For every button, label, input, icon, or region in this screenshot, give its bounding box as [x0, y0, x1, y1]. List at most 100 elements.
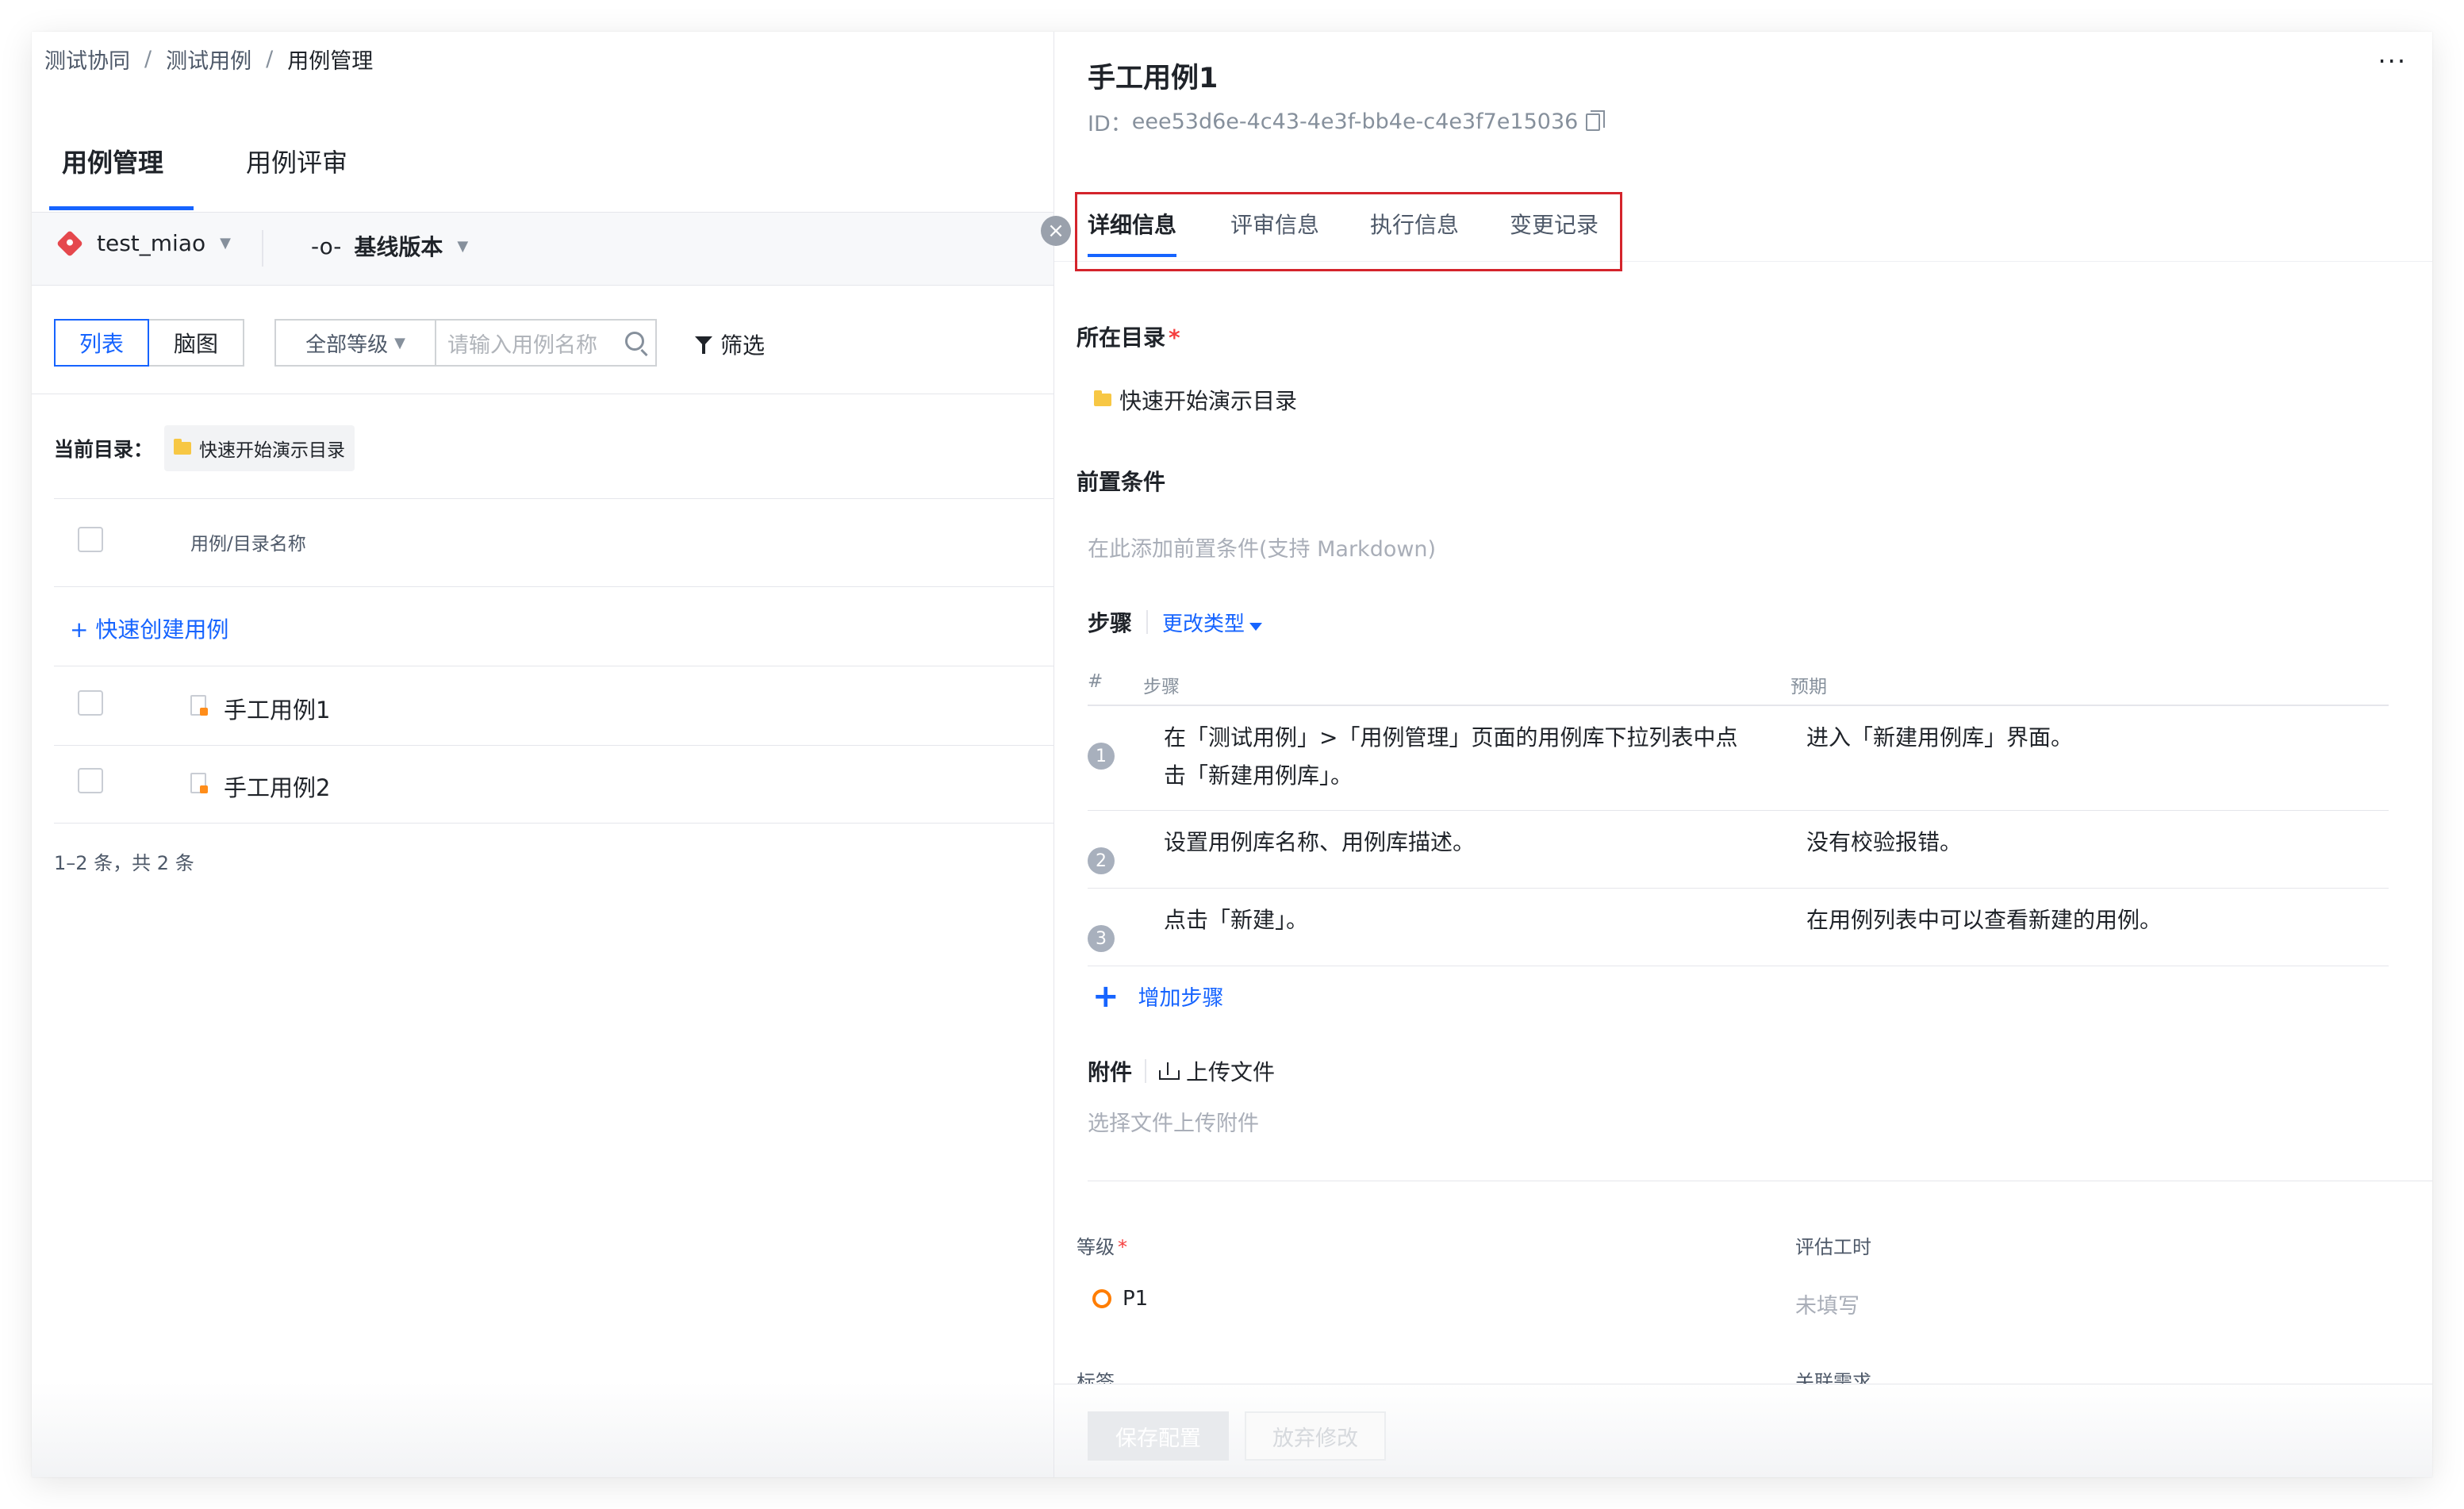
breadcrumb-item-case-management: 用例管理: [287, 48, 374, 74]
tab-case-review[interactable]: 用例评审: [246, 143, 347, 179]
case-id-value: eee53d6e-4c43-4e3f-bb4e-c4e3f7e15036: [1131, 109, 1579, 134]
case-id-label: ID：: [1088, 112, 1132, 136]
case-detail-pane: 手工用例1 ··· ID： eee53d6e-4c43-4e3f-bb4e-c4…: [1054, 32, 2432, 1477]
column-header-name: 用例/目录名称: [190, 534, 306, 555]
breadcrumb-item-test-collab[interactable]: 测试协同: [44, 44, 130, 75]
breadcrumb: 测试协同 / 测试用例 / 用例管理: [44, 40, 373, 78]
step-text[interactable]: 点击「新建」。: [1164, 901, 1751, 939]
detail-footer: 保存配置 放弃修改: [1054, 1384, 2432, 1477]
close-icon: ×: [1047, 219, 1065, 243]
view-toggle: 列表 脑图: [54, 319, 244, 367]
step-row[interactable]: 3 点击「新建」。 在用例列表中可以查看新建的用例。: [1088, 889, 2389, 966]
estimate-input[interactable]: 未填写: [1795, 1288, 1860, 1319]
git-icon: [56, 229, 83, 257]
add-step-label: 增加步骤: [1138, 986, 1224, 1011]
test-case-icon: [190, 695, 208, 716]
case-title: 手工用例1: [1088, 63, 1219, 94]
caret-down-icon: ▼: [457, 237, 469, 255]
step-expected[interactable]: 在用例列表中可以查看新建的用例。: [1806, 901, 2162, 939]
row-checkbox[interactable]: [78, 690, 103, 716]
directory-value[interactable]: 快速开始演示目录: [1094, 384, 1297, 416]
upload-file-button[interactable]: 上传文件: [1186, 1055, 1275, 1087]
list-item-label[interactable]: 手工用例2: [224, 770, 330, 803]
filter-icon: [695, 335, 712, 354]
list-item[interactable]: 手工用例2: [54, 746, 1054, 824]
current-directory-value: 快速开始演示目录: [199, 440, 346, 461]
column-header-index: #: [1088, 671, 1103, 692]
level-label-text: 等级: [1077, 1236, 1115, 1258]
quick-create-row: + 快速创建用例: [54, 589, 1054, 666]
step-row[interactable]: 2 设置用例库名称、用例库描述。 没有校验报错。: [1088, 811, 2389, 889]
breadcrumb-item-test-cases[interactable]: 测试用例: [166, 44, 251, 75]
left-tabs: 用例管理 用例评审: [32, 119, 1054, 213]
repo-name: test_miao: [97, 230, 206, 256]
divider: [54, 498, 1054, 499]
repo-selector[interactable]: test_miao ▼: [56, 229, 231, 257]
directory-section-label: 所在目录 *: [1077, 321, 1180, 352]
attachment-header: 附件 上传文件: [1088, 1055, 1275, 1087]
change-type-dropdown[interactable]: 更改类型: [1162, 608, 1263, 637]
current-directory-chip[interactable]: 快速开始演示目录: [164, 425, 355, 471]
repo-bar: test_miao ▼ -o- 基线版本 ▼: [32, 213, 1054, 286]
view-list-button[interactable]: 列表: [54, 319, 149, 367]
view-mindmap-button[interactable]: 脑图: [149, 319, 244, 367]
level-filter-select[interactable]: 全部等级 ▼: [274, 319, 436, 367]
folder-icon: [1094, 390, 1111, 406]
level-value: P1: [1123, 1287, 1149, 1311]
baseline-selector[interactable]: -o- 基线版本 ▼: [311, 230, 468, 262]
priority-ring-icon: [1092, 1289, 1111, 1308]
steps-table-header: # 步骤 预期: [1088, 663, 2389, 706]
save-button[interactable]: 保存配置: [1088, 1411, 1229, 1461]
level-filter-value: 全部等级: [305, 332, 389, 357]
required-mark: *: [1118, 1236, 1127, 1258]
commit-icon: -o-: [311, 232, 342, 259]
baseline-label: 基线版本: [354, 234, 443, 260]
step-expected[interactable]: 没有校验报错。: [1806, 824, 1962, 862]
list-item-label[interactable]: 手工用例1: [224, 692, 330, 725]
caret-down-icon: ▼: [394, 334, 405, 351]
copy-icon[interactable]: [1586, 109, 1606, 131]
test-case-icon: [190, 773, 208, 793]
tab-case-management[interactable]: 用例管理: [62, 143, 163, 179]
attachment-placeholder[interactable]: 选择文件上传附件: [1088, 1106, 1259, 1137]
row-checkbox[interactable]: [78, 768, 103, 793]
case-list-pane: 测试协同 / 测试用例 / 用例管理 用例管理 用例评审 test_miao ▼…: [32, 32, 1054, 1477]
more-options-icon[interactable]: ···: [2378, 46, 2407, 76]
filter-button[interactable]: 筛选: [695, 328, 765, 360]
step-number: 1: [1088, 743, 1115, 770]
case-id: ID： eee53d6e-4c43-4e3f-bb4e-c4e3f7e15036: [1088, 106, 1606, 137]
app-frame: 测试协同 / 测试用例 / 用例管理 用例管理 用例评审 test_miao ▼…: [32, 32, 2432, 1477]
step-row[interactable]: 1 在「测试用例」>「用例管理」页面的用例库下拉列表中点击「新建用例库」。 进入…: [1088, 708, 2389, 811]
step-text[interactable]: 在「测试用例」>「用例管理」页面的用例库下拉列表中点击「新建用例库」。: [1164, 719, 1751, 795]
step-text[interactable]: 设置用例库名称、用例库描述。: [1164, 824, 1751, 862]
quick-create-link[interactable]: + 快速创建用例: [70, 612, 228, 644]
list-item[interactable]: 手工用例1: [54, 668, 1054, 746]
step-expected[interactable]: 进入「新建用例库」界面。: [1806, 719, 2073, 757]
discard-button[interactable]: 放弃修改: [1245, 1411, 1386, 1461]
search-icon[interactable]: [625, 332, 644, 351]
caret-down-icon: [1249, 622, 1263, 631]
level-label: 等级 *: [1077, 1231, 1127, 1259]
step-number: 2: [1088, 847, 1115, 874]
steps-label: 步骤: [1088, 610, 1133, 636]
attachment-label: 附件: [1088, 1059, 1133, 1085]
search-placeholder: 请输入用例名称: [447, 332, 597, 358]
caret-down-icon: ▼: [220, 235, 231, 251]
precondition-input[interactable]: 在此添加前置条件(支持 Markdown): [1088, 532, 1436, 563]
divider: [1146, 610, 1149, 634]
directory-value-text: 快速开始演示目录: [1119, 388, 1298, 414]
search-input[interactable]: 请输入用例名称: [435, 319, 657, 367]
current-directory-label: 当前目录：: [54, 438, 154, 461]
upload-icon: [1159, 1062, 1180, 1080]
active-tab-indicator: [49, 206, 194, 210]
precondition-label: 前置条件: [1077, 469, 1166, 495]
filter-label: 筛选: [720, 332, 766, 359]
divider: [1145, 1059, 1147, 1083]
close-panel-button[interactable]: ×: [1041, 216, 1071, 246]
current-directory: 当前目录： 快速开始演示目录: [54, 425, 355, 471]
level-select[interactable]: P1: [1092, 1287, 1148, 1311]
list-header: 用例/目录名称: [54, 500, 1054, 587]
select-all-checkbox[interactable]: [78, 527, 103, 552]
highlight-box: [1075, 192, 1622, 271]
add-step-button[interactable]: + 增加步骤: [1092, 981, 1224, 1012]
